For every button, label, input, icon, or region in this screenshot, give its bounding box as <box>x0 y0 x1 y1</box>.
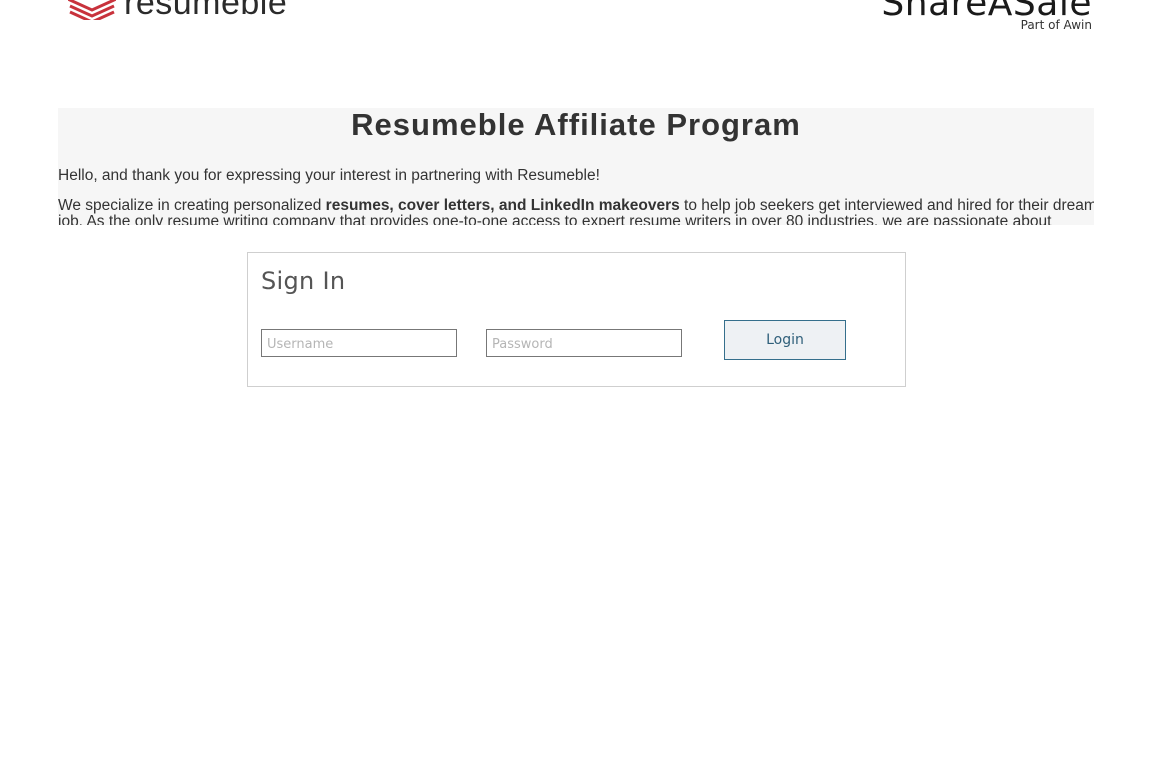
shareasale-logo[interactable]: ShareASale Part of Awin <box>881 0 1092 32</box>
sign-in-box: Sign In Login <box>247 252 906 387</box>
username-input[interactable] <box>261 329 457 357</box>
intro-body-bold: resumes, cover letters, and LinkedIn mak… <box>325 197 680 214</box>
password-input[interactable] <box>486 329 682 357</box>
intro-greeting: Hello, and thank you for expressing your… <box>58 167 600 184</box>
resumeble-logo-icon <box>68 0 116 20</box>
sign-in-title: Sign In <box>261 267 346 295</box>
page-title: Resumeble Affiliate Program <box>351 108 801 142</box>
intro-body: We specialize in creating personalized r… <box>58 197 1094 226</box>
resumeble-logo[interactable]: resumeble <box>68 0 287 20</box>
intro-body-lead: We specialize in creating personalized <box>58 197 326 214</box>
resumeble-logo-text: resumeble <box>124 0 288 22</box>
login-button[interactable]: Login <box>724 320 846 360</box>
intro-panel: Resumeble Affiliate Program Hello, and t… <box>58 108 1094 225</box>
